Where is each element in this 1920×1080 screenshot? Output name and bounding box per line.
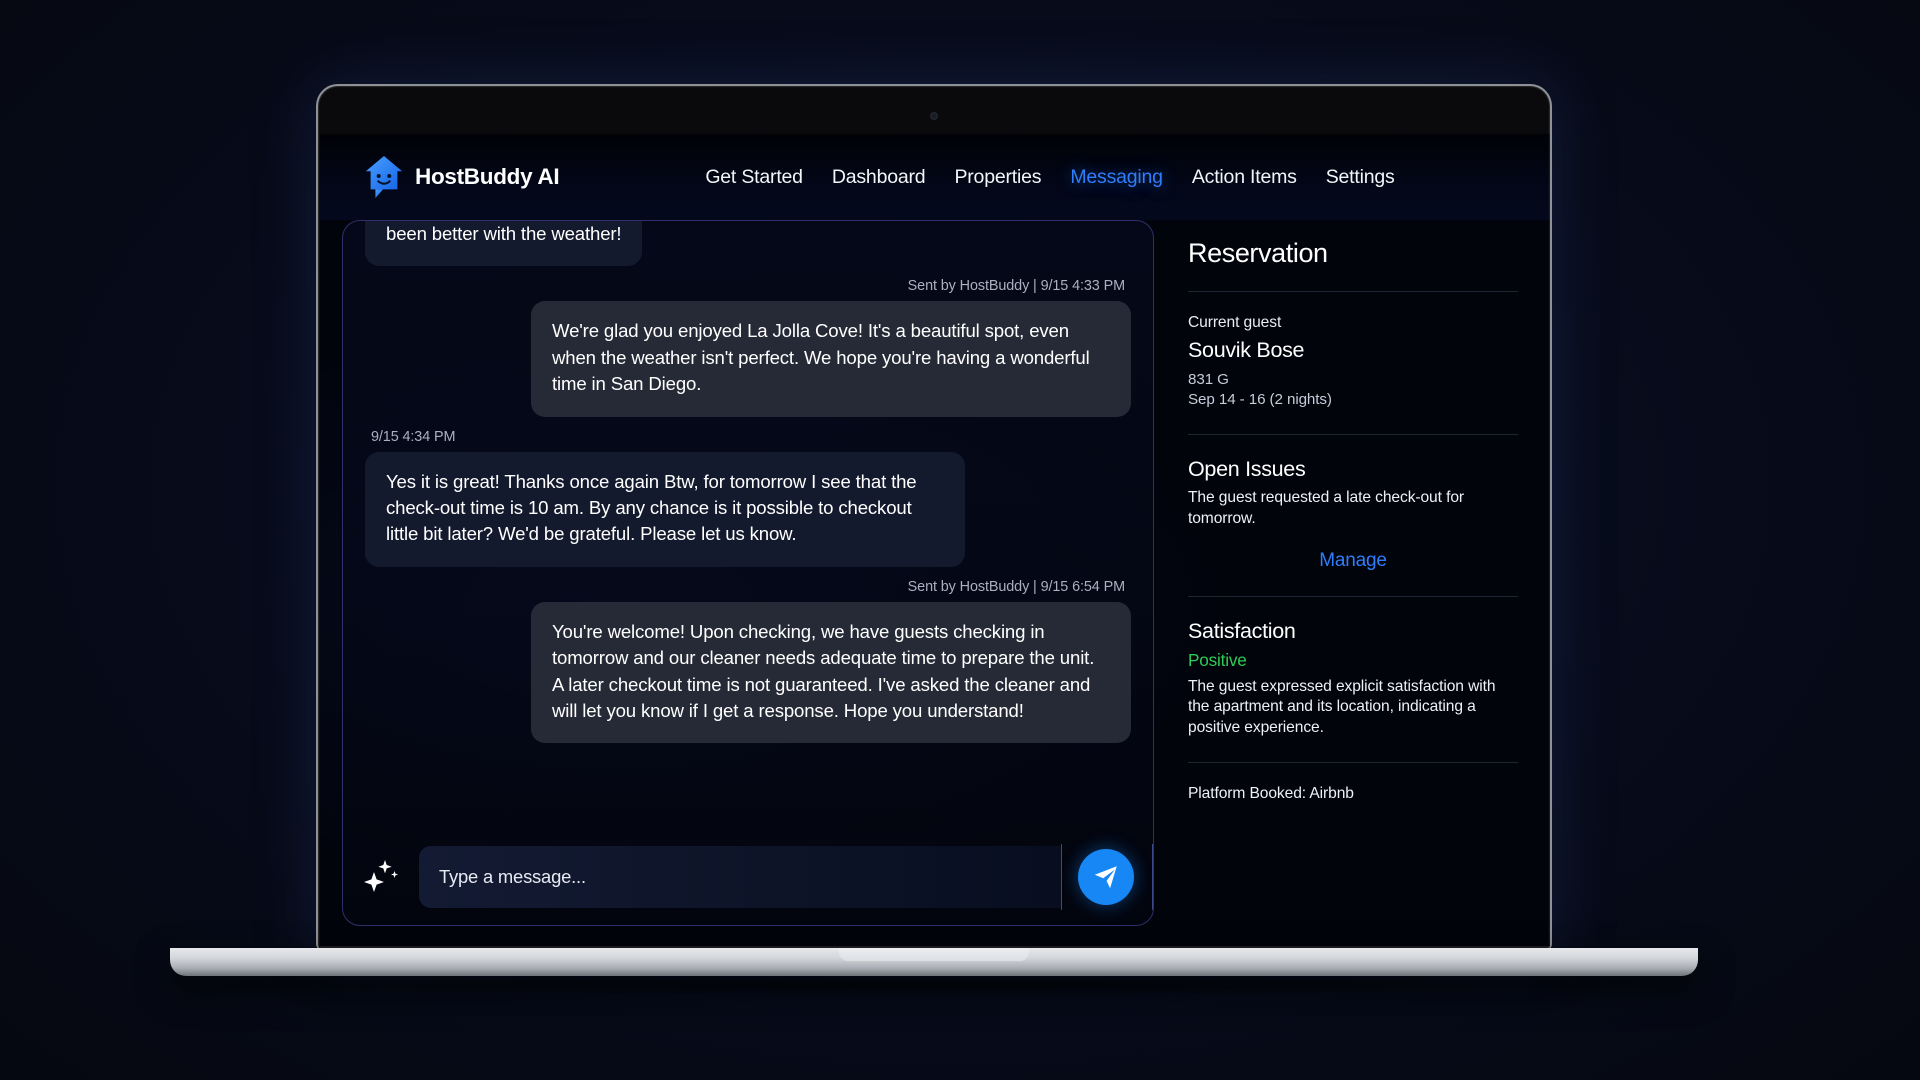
house-chat-smiley-icon: [365, 155, 403, 199]
open-issues-heading: Open Issues: [1188, 457, 1306, 482]
main-content: been better with the weather! Sent by Ho…: [320, 220, 1550, 946]
message-row: 9/15 4:34 PM Yes it is great! Thanks onc…: [365, 417, 1131, 567]
message-timestamp: 9/15 4:34 PM: [371, 428, 456, 445]
composer-divider-right: [1152, 844, 1153, 910]
message-bubble-host: We're glad you enjoyed La Jolla Cove! It…: [531, 301, 1131, 417]
message-row: been better with the weather!: [365, 221, 1131, 267]
laptop-base-notch: [839, 948, 1029, 961]
laptop-base-shadow: [138, 974, 1730, 996]
nav-item-dashboard[interactable]: Dashboard: [832, 166, 926, 189]
message-row: Sent by HostBuddy | 9/15 4:33 PM We're g…: [365, 266, 1131, 417]
top-navigation-bar: HostBuddy AI Get Started Dashboard Prope…: [320, 134, 1550, 220]
message-timestamp: Sent by HostBuddy | 9/15 4:33 PM: [907, 278, 1125, 295]
open-issues-text: The guest requested a late check-out for…: [1188, 489, 1464, 528]
scene-background: HostBuddy AI Get Started Dashboard Prope…: [0, 0, 1920, 1080]
laptop-mockup: HostBuddy AI Get Started Dashboard Prope…: [138, 84, 1730, 996]
guest-name: Souvik Bose: [1188, 338, 1305, 362]
nav-item-action-items[interactable]: Action Items: [1192, 166, 1297, 189]
manage-link[interactable]: Manage: [1188, 550, 1518, 572]
webcam-dot: [930, 112, 938, 120]
nav-item-properties[interactable]: Properties: [954, 166, 1041, 189]
composer-divider-left: [1061, 844, 1062, 910]
guest-section: Current guest Souvik Bose 831 G Sep 14 -…: [1188, 291, 1518, 434]
nav-item-settings[interactable]: Settings: [1326, 166, 1395, 189]
message-input-wrapper[interactable]: [419, 846, 1061, 908]
send-paper-plane-icon: [1094, 866, 1117, 889]
message-bubble-host: You're welcome! Upon checking, we have g…: [531, 601, 1131, 744]
laptop-lid: HostBuddy AI Get Started Dashboard Prope…: [316, 84, 1552, 950]
satisfaction-text: The guest expressed explicit satisfactio…: [1188, 677, 1496, 736]
laptop-base: [170, 948, 1698, 976]
chat-panel: been better with the weather! Sent by Ho…: [342, 220, 1154, 926]
nav-item-messaging[interactable]: Messaging: [1070, 166, 1163, 189]
message-bubble-guest: Yes it is great! Thanks once again Btw, …: [365, 451, 965, 567]
nav-item-get-started[interactable]: Get Started: [705, 166, 803, 189]
satisfaction-status: Positive: [1188, 649, 1247, 670]
message-input[interactable]: [419, 846, 1061, 908]
message-timestamp: Sent by HostBuddy | 9/15 6:54 PM: [907, 578, 1125, 595]
message-bubble-guest: been better with the weather!: [365, 221, 643, 267]
laptop-screen: HostBuddy AI Get Started Dashboard Prope…: [320, 134, 1550, 946]
brand-name: HostBuddy AI: [415, 164, 560, 189]
reservation-title: Reservation: [1188, 238, 1328, 268]
message-list[interactable]: been better with the weather! Sent by Ho…: [343, 221, 1153, 829]
message-row: Sent by HostBuddy | 9/15 6:54 PM You're …: [365, 567, 1131, 744]
platform-booked: Platform Booked: Airbnb: [1188, 785, 1354, 803]
open-issues-section: Open Issues The guest requested a late c…: [1188, 434, 1518, 595]
satisfaction-section: Satisfaction Positive The guest expresse…: [1188, 595, 1518, 763]
sparkle-icon[interactable]: [357, 854, 403, 900]
guest-unit: 831 G: [1188, 371, 1229, 388]
message-composer: [343, 829, 1153, 925]
guest-dates: Sep 14 - 16 (2 nights): [1188, 391, 1332, 409]
brand-logo-group[interactable]: HostBuddy AI: [364, 155, 560, 199]
nav-links: Get Started Dashboard Properties Messagi…: [705, 166, 1394, 189]
reservation-sidebar: Reservation Current guest Souvik Bose 83…: [1188, 220, 1518, 946]
hostbuddy-app: HostBuddy AI Get Started Dashboard Prope…: [320, 134, 1550, 946]
platform-section: Platform Booked: Airbnb: [1188, 762, 1518, 827]
send-button[interactable]: [1078, 849, 1134, 905]
current-guest-label: Current guest: [1188, 314, 1282, 331]
satisfaction-heading: Satisfaction: [1188, 618, 1296, 643]
